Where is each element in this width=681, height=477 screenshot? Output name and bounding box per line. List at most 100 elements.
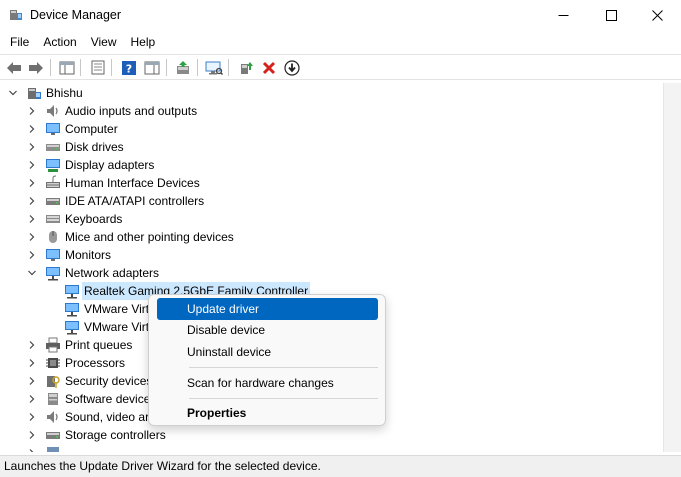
speaker-icon <box>47 411 58 423</box>
monitor-icon <box>46 249 60 261</box>
tree-item-keyboards[interactable]: Keyboards <box>0 210 300 228</box>
tree-item-label: Disk drives <box>65 140 124 154</box>
tree-item-label: Mice and other pointing devices <box>65 230 234 244</box>
hid-icon <box>46 175 60 188</box>
help-button[interactable]: ? <box>119 58 139 77</box>
forward-icon <box>29 61 43 74</box>
tree-item-label: VMware Virt <box>84 302 150 316</box>
chevron-right-icon[interactable] <box>28 107 36 115</box>
printer-icon <box>46 337 60 353</box>
menu-view[interactable]: View <box>84 31 124 53</box>
toolbar-separator <box>111 59 112 76</box>
tree-item-ide[interactable]: IDE ATA/ATAPI controllers <box>0 192 300 210</box>
tree-item-computer[interactable]: Computer <box>0 120 300 138</box>
chevron-right-icon[interactable] <box>28 215 36 223</box>
uninstall-device-button[interactable] <box>259 58 279 77</box>
tree-item-monitors[interactable]: Monitors <box>0 246 300 264</box>
chevron-right-icon[interactable] <box>28 179 36 187</box>
chevron-right-icon[interactable] <box>28 395 36 403</box>
toolbar: ? <box>0 54 681 80</box>
update-driver-icon <box>177 60 189 74</box>
maximize-button[interactable] <box>588 0 634 31</box>
update-driver-button[interactable] <box>173 58 193 77</box>
properties-button[interactable] <box>88 58 108 77</box>
enable-device-icon <box>241 61 253 74</box>
back-button[interactable] <box>4 58 24 77</box>
tree-item-hid[interactable]: Human Interface Devices <box>0 174 300 192</box>
tree-item-label: Sound, video ar <box>65 410 150 424</box>
uninstall-device-icon <box>262 61 276 74</box>
vertical-scrollbar[interactable] <box>663 83 681 452</box>
scan-hardware-icon <box>205 61 223 75</box>
network-adapter-icon <box>65 321 79 335</box>
tree-item-label: Print queues <box>65 338 133 352</box>
tree-item-network-adapters[interactable]: Network adapters <box>0 264 300 282</box>
display-adapter-icon <box>46 159 60 172</box>
tree-item-label: VMware Virt <box>84 320 150 334</box>
forward-button[interactable] <box>26 58 46 77</box>
chevron-right-icon[interactable] <box>28 125 36 133</box>
menu-file[interactable]: File <box>0 31 36 53</box>
minimize-icon <box>558 15 568 16</box>
chevron-right-icon[interactable] <box>28 233 36 241</box>
context-update-driver[interactable]: Update driver <box>157 298 378 320</box>
menu-bar: File Action View Help <box>0 31 681 53</box>
context-uninstall-device[interactable]: Uninstall device <box>157 341 378 363</box>
computer-host-icon <box>28 88 41 99</box>
tree-item-disk-drives[interactable]: Disk drives <box>0 138 300 156</box>
context-scan-hardware[interactable]: Scan for hardware changes <box>157 372 378 394</box>
show-hide-console-tree-button[interactable] <box>57 58 77 77</box>
download-driver-button[interactable] <box>282 58 302 77</box>
chevron-right-icon[interactable] <box>28 341 36 349</box>
toolbar-separator <box>228 59 229 76</box>
tree-item-audio[interactable]: Audio inputs and outputs <box>0 102 300 120</box>
menu-help[interactable]: Help <box>124 31 163 53</box>
minimize-button[interactable] <box>540 0 586 31</box>
tree-item-mice[interactable]: Mice and other pointing devices <box>0 228 300 246</box>
enable-device-button[interactable] <box>236 58 256 77</box>
chevron-right-icon[interactable] <box>28 377 36 385</box>
tree-root-label: Bhishu <box>46 86 83 100</box>
chevron-right-icon[interactable] <box>28 197 36 205</box>
chevron-right-icon[interactable] <box>28 251 36 259</box>
tree-item-display-adapters[interactable]: Display adapters <box>0 156 300 174</box>
toolbar-separator <box>197 59 198 76</box>
tree-item-label: Monitors <box>65 248 112 262</box>
tree-item-label: Audio inputs and outputs <box>65 104 198 118</box>
tree-root-bhishu[interactable]: Bhishu <box>0 84 300 102</box>
software-device-icon <box>48 393 58 405</box>
speaker-icon <box>47 105 58 117</box>
chevron-right-icon[interactable] <box>28 413 36 421</box>
help-icon: ? <box>122 60 136 75</box>
chevron-down-icon[interactable] <box>9 89 17 97</box>
monitor-icon <box>46 123 60 135</box>
chevron-down-icon[interactable] <box>28 269 36 277</box>
tree-item-label: Storage controllers <box>65 428 166 442</box>
chevron-right-icon[interactable] <box>28 359 36 367</box>
action-pane-button[interactable] <box>142 58 162 77</box>
toolbar-separator <box>80 59 81 76</box>
menu-action[interactable]: Action <box>36 31 83 53</box>
chevron-right-icon[interactable] <box>28 449 36 452</box>
tree-item-partial[interactable] <box>0 444 300 452</box>
scan-hardware-button[interactable] <box>204 58 224 77</box>
close-button[interactable] <box>634 0 680 31</box>
maximize-icon <box>605 10 617 21</box>
action-pane-icon <box>144 61 160 74</box>
status-text: Launches the Update Driver Wizard for th… <box>4 459 321 473</box>
tree-item-label: Processors <box>65 356 126 370</box>
tree-item-label: Display adapters <box>65 158 155 172</box>
tree-item-storage-controllers[interactable]: Storage controllers <box>0 426 300 444</box>
chevron-right-icon[interactable] <box>28 161 36 169</box>
keyboard-icon <box>46 215 60 223</box>
disk-drive-icon <box>46 144 60 151</box>
context-properties[interactable]: Properties <box>157 402 378 424</box>
chevron-right-icon[interactable] <box>28 143 36 151</box>
chevron-right-icon[interactable] <box>28 431 36 439</box>
context-disable-device[interactable]: Disable device <box>157 319 378 341</box>
security-device-icon <box>47 376 60 388</box>
status-bar: Launches the Update Driver Wizard for th… <box>0 455 681 477</box>
svg-text:?: ? <box>126 62 132 75</box>
tree-item-label: Software device <box>65 392 151 406</box>
system-device-icon <box>47 447 59 452</box>
